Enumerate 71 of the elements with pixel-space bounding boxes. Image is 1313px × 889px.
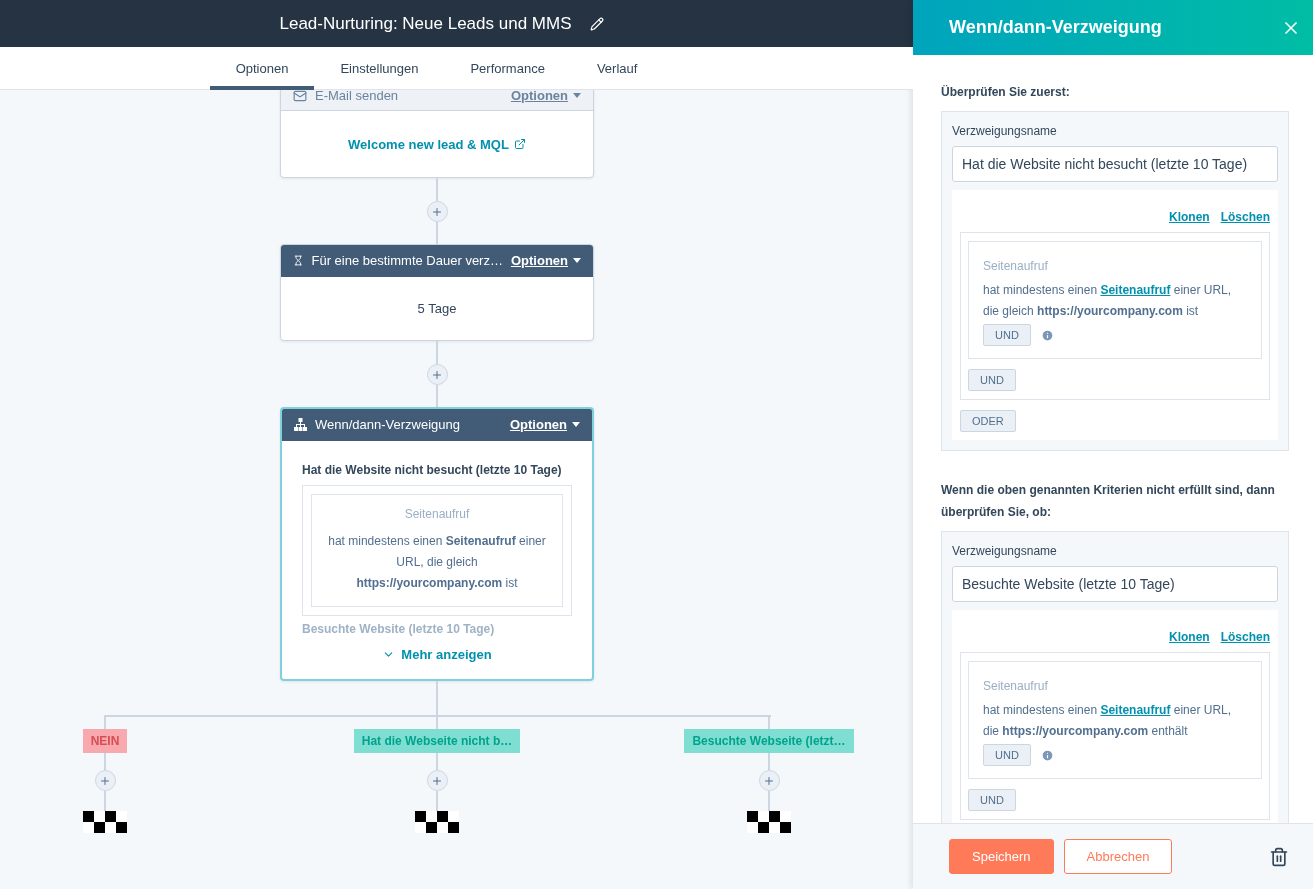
add-action-button[interactable] <box>758 770 780 791</box>
action-title: E-Mail senden <box>315 90 400 103</box>
hierarchy-icon <box>294 418 307 431</box>
tab[interactable]: Performance <box>444 47 571 90</box>
and-button[interactable]: UND <box>968 789 1016 811</box>
plus-icon <box>431 368 443 381</box>
delete-link[interactable]: Löschen <box>1220 210 1270 224</box>
plus-icon <box>99 774 111 787</box>
caret-icon <box>573 93 581 98</box>
envelope-icon <box>293 90 307 103</box>
cancel-button[interactable]: Abbrechen <box>1063 839 1173 874</box>
external-link-icon <box>513 138 526 150</box>
criterion-text: hat mindestens einen Seitenaufruf einer URL, die https://yourcompany.com enthält <box>983 702 1233 740</box>
workflow-title: Lead-Nurturing: Neue Leads und MMS <box>279 13 572 34</box>
section-heading: Überprüfen Sie zuerst: <box>941 84 1071 101</box>
edit-pencil-icon[interactable] <box>589 16 604 31</box>
action-title: Für eine bestimmte Dauer verz… <box>311 253 503 268</box>
and-button[interactable]: UND <box>983 324 1031 346</box>
tab[interactable]: Einstellungen <box>314 47 445 90</box>
delay-duration: 5 Tage <box>417 301 457 316</box>
delete-link[interactable]: Löschen <box>1220 630 1270 644</box>
or-button[interactable]: ODER <box>960 410 1016 432</box>
field-label: Verzweigungsname <box>952 124 1058 138</box>
hourglass-icon <box>293 254 304 267</box>
filter-category: Seitenaufruf <box>404 507 470 521</box>
field-label: Verzweigungsname <box>952 544 1058 558</box>
branch-label[interactable]: Besuchte Webseite (letzt… <box>684 729 854 753</box>
event-link[interactable]: Seitenaufruf <box>1100 703 1171 717</box>
action-title: Wenn/dann-Verzweigung <box>315 417 462 432</box>
plus-icon <box>431 205 443 218</box>
options-dropdown[interactable]: Optionen <box>510 90 581 103</box>
branch-name-input[interactable]: Besuchte Website (letzte 10 Tage) <box>952 566 1278 602</box>
show-more-link[interactable]: Mehr anzeigen <box>376 646 498 663</box>
clone-link[interactable]: Klonen <box>1169 630 1210 644</box>
checkered-flag-icon <box>415 811 459 833</box>
plus-icon <box>763 774 775 787</box>
caret-icon <box>573 258 581 263</box>
action-card[interactable]: Für eine bestimmte Dauer verz… Optionen 5 Tage <box>280 244 594 341</box>
add-action-button[interactable] <box>426 201 448 222</box>
add-action-button[interactable] <box>426 364 448 385</box>
clone-link[interactable]: Klonen <box>1169 210 1210 224</box>
options-dropdown[interactable]: Optionen <box>509 417 580 432</box>
caret-icon <box>572 422 580 427</box>
checkered-flag-icon <box>83 811 127 833</box>
filter-category: Seitenaufruf <box>983 259 1048 273</box>
add-action-button[interactable] <box>94 770 116 791</box>
action-card[interactable]: E-Mail senden Optionen Welcome new lead & MQL <box>280 90 594 178</box>
checkered-flag-icon <box>747 811 791 833</box>
criterion-text: hat mindestens einen Seitenaufruf einer URL, die gleich https://yourcompany.com ist <box>983 282 1233 320</box>
and-button[interactable]: UND <box>968 369 1016 391</box>
branch-label[interactable]: Hat die Webseite nicht b… <box>353 729 521 753</box>
info-icon <box>1040 328 1054 342</box>
branch-name-input[interactable]: Hat die Website nicht besucht (letzte 10 Tage) <box>952 146 1278 182</box>
action-card[interactable] <box>280 407 594 681</box>
filter-category: Seitenaufruf <box>983 679 1048 693</box>
save-button[interactable]: Speichern <box>949 839 1054 874</box>
options-dropdown[interactable]: Optionen <box>510 253 581 268</box>
section-heading: Wenn die oben genannten Kriterien nicht erfüllt sind, dann überprüfen Sie, ob: <box>941 482 1276 521</box>
trash-button[interactable] <box>1269 846 1289 867</box>
and-button[interactable]: UND <box>983 744 1031 766</box>
faded-branch-name: Besuchte Website (letzte 10 Tage) <box>302 622 495 636</box>
plus-icon <box>431 774 443 787</box>
add-action-button[interactable] <box>426 770 448 791</box>
branch-name: Hat die Website nicht besucht (letzte 10 Tage) <box>302 463 562 477</box>
info-icon <box>1040 748 1054 762</box>
tab[interactable]: Verlauf <box>570 47 664 90</box>
criterion-text: hat mindestens einen Seitenaufruf einer URL, die gleich https://yourcompany.com ist <box>327 533 547 592</box>
branch-label[interactable]: NEIN <box>82 729 128 753</box>
email-link[interactable]: Welcome new lead & MQL <box>348 136 526 152</box>
event-link[interactable]: Seitenaufruf <box>1100 283 1171 297</box>
panel-title: Wenn/dann-Verzweigung <box>949 17 1162 38</box>
